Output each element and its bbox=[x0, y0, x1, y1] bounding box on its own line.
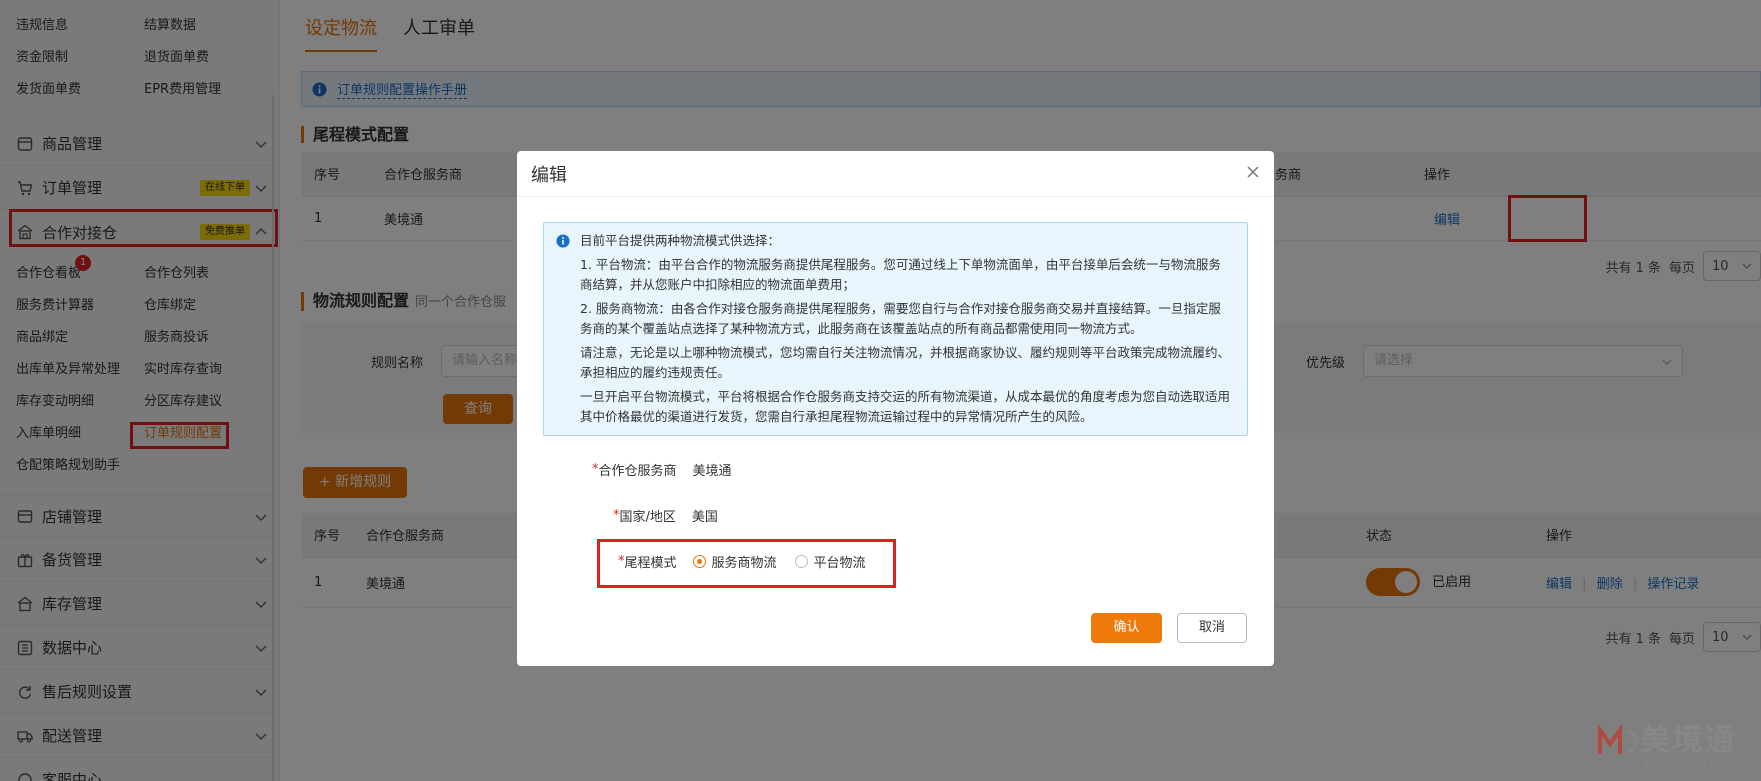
form-row-tail-mode: * 尾程模式 服务商物流 平台物流 bbox=[618, 552, 884, 571]
brand-watermark: 美境通 Meijingtong.com bbox=[1596, 715, 1736, 769]
brand-logo-icon bbox=[1598, 723, 1638, 754]
info-icon bbox=[556, 234, 570, 248]
brand-text-group: 美境通 Meijingtong.com bbox=[1640, 715, 1736, 769]
notice-box: 目前平台提供两种物流模式供选择： 1. 平台物流：由平台合作的物流服务商提供尾程… bbox=[543, 222, 1248, 436]
notice-platform-mode: 一旦开启平台物流模式，平台将根据合作仓服务商支持交运的所有物流渠道，从成本最优的… bbox=[580, 388, 1231, 425]
form-row-country: * 国家/地区 美国 bbox=[613, 506, 718, 525]
close-icon[interactable] bbox=[1246, 165, 1260, 179]
radio-platform-logistics[interactable]: 平台物流 bbox=[794, 552, 866, 571]
provider-label: 合作仓服务商 bbox=[598, 464, 677, 479]
country-label: 国家/地区 bbox=[619, 510, 676, 525]
edit-modal: 编辑 目前平台提供两种物流模式供选择： 1. 平台物流：由平台合作的物流服务商提… bbox=[517, 151, 1274, 666]
radio-provider-logistics[interactable]: 服务商物流 bbox=[692, 552, 777, 571]
radio-label: 服务商物流 bbox=[711, 556, 777, 571]
radio-label: 平台物流 bbox=[813, 556, 866, 571]
confirm-button[interactable]: 确认 bbox=[1091, 613, 1162, 643]
provider-value: 美境通 bbox=[692, 464, 732, 479]
modal-title: 编辑 bbox=[531, 165, 567, 186]
notice-intro: 目前平台提供两种物流模式供选择： bbox=[580, 233, 781, 248]
brand-name: 美境通 bbox=[1640, 723, 1736, 758]
tail-mode-radio-group: 服务商物流 平台物流 bbox=[692, 552, 884, 571]
tail-mode-label: 尾程模式 bbox=[624, 556, 677, 571]
form-row-provider: * 合作仓服务商 美境通 bbox=[592, 460, 732, 479]
notice-platform: 1. 平台物流：由平台合作的物流服务商提供尾程服务。您可通过线上下单物流面单，由… bbox=[580, 256, 1221, 293]
radio-circle bbox=[794, 555, 808, 568]
notice-provider: 2. 服务商物流：由各合作对接仓服务商提供尾程服务，需要您自行与合作对接仓服务商… bbox=[580, 300, 1221, 337]
modal-divider bbox=[517, 196, 1274, 197]
brand-site: Meijingtong.com bbox=[1643, 759, 1733, 769]
notice-warning: 请注意，无论是以上哪种物流模式，您均需自行关注物流情况，并根据商家协议、履约规则… bbox=[580, 344, 1231, 381]
radio-circle-checked bbox=[692, 555, 706, 568]
cancel-button[interactable]: 取消 bbox=[1177, 613, 1247, 643]
country-value: 美国 bbox=[691, 510, 718, 525]
